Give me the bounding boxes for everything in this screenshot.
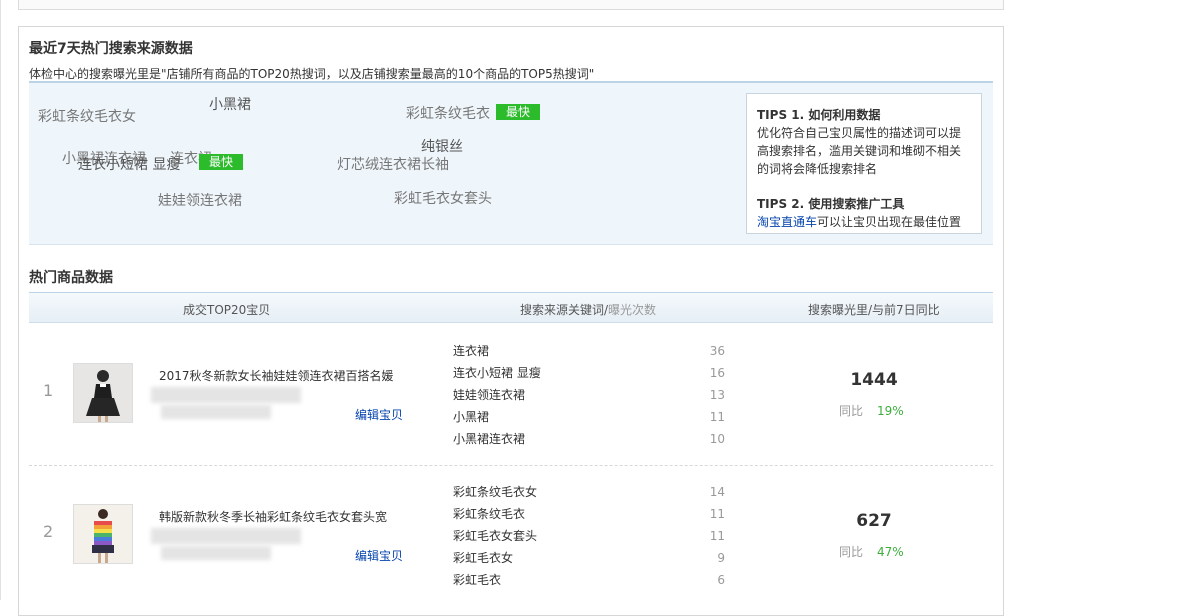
table-row: 2 韩版新款秋冬季长袖彩虹条纹毛衣女套头宽 编辑宝贝 彩虹条纹毛衣女 14 彩虹条…: [29, 466, 993, 606]
edit-product-link[interactable]: 编辑宝贝: [355, 547, 403, 564]
keyword-count: 11: [709, 507, 725, 521]
tips-2-title: TIPS 2. 使用搜索推广工具: [757, 197, 905, 211]
keyword-item: 小黑裙连衣裙 10: [453, 428, 725, 450]
cloud-keyword[interactable]: 纯银丝: [421, 136, 463, 156]
keyword-count: 11: [709, 529, 725, 543]
table-row: 1 2017秋冬新款女长袖娃娃领连衣裙百搭名媛 编辑宝贝 连衣裙 36 连衣小短裙…: [29, 325, 993, 466]
hot-goods-title: 热门商品数据: [29, 270, 113, 286]
keyword-text[interactable]: 彩虹毛衣女: [453, 547, 513, 569]
keyword-item: 娃娃领连衣裙 13: [453, 384, 725, 406]
keyword-item: 连衣裙 36: [453, 340, 725, 362]
keyword-text[interactable]: 娃娃领连衣裙: [453, 384, 525, 406]
blurred-info: [151, 387, 301, 403]
product-name[interactable]: 2017秋冬新款女长袖娃娃领连衣裙百搭名媛: [159, 367, 394, 384]
keyword-item: 连衣小短裙 显瘦 16: [453, 362, 725, 384]
tips-box: TIPS 1. 如何利用数据 优化符合自己宝贝属性的描述词可以提 高搜索排名，滥…: [746, 93, 982, 234]
keyword-count: 11: [709, 410, 725, 424]
blurred-info: [161, 546, 271, 560]
top-panel-strip: [18, 0, 1004, 10]
keyword-count: 16: [709, 366, 725, 380]
yoy-percent: 47%: [877, 545, 904, 559]
keyword-text[interactable]: 彩虹条纹毛衣: [453, 503, 525, 525]
col-keywords-label: 搜索来源关键词/: [520, 303, 609, 317]
tips-1-line: 优化符合自己宝贝属性的描述词可以提: [757, 126, 962, 140]
keyword-count: 6: [717, 573, 725, 587]
left-edge-line: [0, 0, 1, 600]
keyword-item: 小黑裙 11: [453, 406, 725, 428]
keyword-count: 14: [709, 485, 725, 499]
keyword-text[interactable]: 连衣小短裙 显瘦: [453, 362, 541, 384]
col-exposure: 搜索曝光里/与前7日同比: [808, 303, 940, 317]
col-keywords: 搜索来源关键词/曝光次数: [520, 301, 656, 318]
fastest-badge: 最快: [496, 104, 541, 120]
cloud-keyword[interactable]: 灯芯绒连衣裙长袖: [337, 154, 449, 174]
heat-section-title: 最近7天热门搜索来源数据: [29, 41, 193, 57]
cloud-keyword[interactable]: 彩虹条纹毛衣: [406, 103, 490, 123]
keyword-count: 9: [717, 551, 725, 565]
cloud-keyword[interactable]: 彩虹毛衣女套头: [394, 188, 492, 208]
cloud-keyword[interactable]: 彩虹条纹毛衣女: [38, 106, 136, 126]
blurred-info: [151, 528, 301, 544]
edit-product-link[interactable]: 编辑宝贝: [355, 406, 403, 423]
yoy-label: 同比: [839, 545, 864, 559]
heat-description: 体检中心的搜索曝光里是"店铺所有商品的TOP20热搜词，以及店铺搜索量最高的10…: [29, 67, 595, 81]
keyword-list: 连衣裙 36 连衣小短裙 显瘦 16 娃娃领连衣裙 13 小黑裙 11 小黑裙连衣裙 10: [453, 340, 725, 450]
tips-1-line: 高搜索排名，滥用关键词和堆砌不相关: [757, 144, 962, 158]
product-thumbnail[interactable]: [73, 504, 133, 564]
tips-2-text: 可以让宝贝出现在最佳位置: [817, 215, 962, 229]
product-name[interactable]: 韩版新款秋冬季长袖彩虹条纹毛衣女套头宽: [159, 508, 387, 525]
cloud-keyword[interactable]: 娃娃领连衣裙: [158, 190, 242, 210]
keyword-count: 36: [709, 344, 725, 358]
exposure-value: 1444: [850, 370, 898, 390]
keyword-text[interactable]: 小黑裙: [453, 406, 489, 428]
keyword-count: 10: [709, 432, 725, 446]
col-top20: 成交TOP20宝贝: [183, 303, 271, 317]
blurred-info: [161, 405, 271, 419]
keyword-text[interactable]: 彩虹毛衣女套头: [453, 525, 537, 547]
keyword-item: 彩虹毛衣女套头 11: [453, 525, 725, 547]
yoy-row: 同比 19%: [839, 402, 904, 419]
product-thumbnail[interactable]: [73, 363, 133, 423]
cloud-keyword[interactable]: 小黑裙: [209, 94, 251, 114]
keyword-text[interactable]: 彩虹毛衣: [453, 569, 501, 591]
yoy-percent: 19%: [877, 404, 904, 418]
tips-1-title: TIPS 1. 如何利用数据: [757, 108, 881, 122]
rank-number: 1: [43, 381, 54, 400]
keyword-item: 彩虹条纹毛衣 11: [453, 503, 725, 525]
fastest-badge: 最快: [199, 154, 244, 170]
rank-number: 2: [43, 522, 54, 541]
yoy-row: 同比 47%: [839, 543, 904, 560]
keyword-text[interactable]: 小黑裙连衣裙: [453, 428, 525, 450]
keyword-item: 彩虹毛衣 6: [453, 569, 725, 591]
table-header: 成交TOP20宝贝 搜索来源关键词/曝光次数 搜索曝光里/与前7日同比: [29, 292, 993, 323]
keyword-item: 彩虹毛衣女 9: [453, 547, 725, 569]
keyword-text[interactable]: 彩虹条纹毛衣女: [453, 481, 537, 503]
keyword-count: 13: [709, 388, 725, 402]
cloud-keyword[interactable]: 连衣小短裙 显瘦: [78, 154, 180, 174]
tips-1-line: 的词将会降低搜索排名: [757, 162, 878, 176]
exposure-value: 627: [856, 511, 892, 531]
keyword-list: 彩虹条纹毛衣女 14 彩虹条纹毛衣 11 彩虹毛衣女套头 11 彩虹毛衣女 9 彩虹毛衣…: [453, 481, 725, 591]
yoy-label: 同比: [839, 404, 864, 418]
col-exposure-count-label: 曝光次数: [608, 303, 657, 317]
keyword-text[interactable]: 连衣裙: [453, 340, 489, 362]
ztc-link[interactable]: 淘宝直通车: [757, 215, 817, 229]
keyword-item: 彩虹条纹毛衣女 14: [453, 481, 725, 503]
